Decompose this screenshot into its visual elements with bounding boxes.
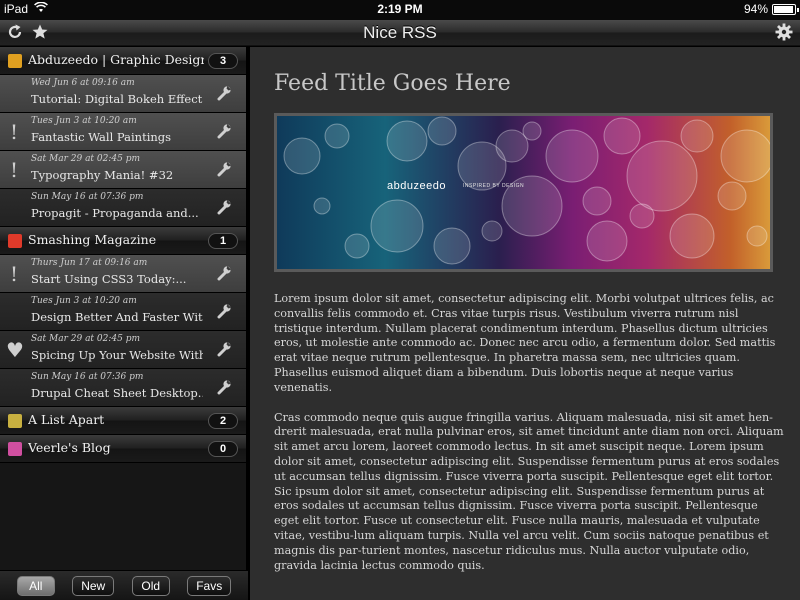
tab-old[interactable]: Old <box>131 575 170 596</box>
feed-header[interactable]: A List Apart 2 <box>0 407 246 435</box>
feed-favicon-icon <box>8 414 22 428</box>
article-row[interactable]: Sun May 16 at 07:36 pm Propagit - Propaga… <box>0 189 246 227</box>
wrench-icon[interactable] <box>216 199 232 219</box>
article-pane: Feed Title Goes Here abduzeedo INSPIRED … <box>250 47 800 600</box>
gear-icon[interactable] <box>775 23 793 46</box>
filter-tabbar: All New Old Favs <box>0 570 248 600</box>
feed-name: Veerle's Blog <box>28 440 111 455</box>
feed-favicon-icon <box>8 442 22 456</box>
feed-header[interactable]: Veerle's Blog 0 <box>0 435 246 463</box>
banner-logo: abduzeedo <box>387 180 446 192</box>
bokeh-graphic <box>283 116 770 265</box>
nav-bar: Nice RSS <box>0 20 800 46</box>
exclamation-icon: ! <box>9 120 19 144</box>
article-banner-image: abduzeedo INSPIRED BY DESIGN <box>274 113 773 272</box>
feed-title: Feed Title Goes Here <box>274 71 511 96</box>
article-title: Drupal Cheat Sheet Desktop... <box>31 386 203 400</box>
article-date: Sat Mar 29 at 02:45 pm <box>31 334 141 344</box>
feed-favicon-icon <box>8 54 22 68</box>
battery-icon <box>772 3 799 15</box>
tab-all[interactable]: All <box>16 575 55 596</box>
article-row[interactable]: ♥ Sat Mar 29 at 02:45 pm Spicing Up Your W… <box>0 331 246 369</box>
wrench-icon[interactable] <box>216 379 232 399</box>
status-right: 94% <box>743 2 799 16</box>
app-title: Nice RSS <box>363 23 437 42</box>
article-date: Tues Jun 3 at 10:20 am <box>31 296 137 306</box>
article-date: Sun May 16 at 07:36 pm <box>31 372 144 382</box>
wrench-icon[interactable] <box>216 161 232 181</box>
feed-header[interactable]: Abduzeedo | Graphic Design... 3 <box>0 47 246 75</box>
battery-percent: 94% <box>743 2 768 16</box>
wrench-icon[interactable] <box>216 341 232 361</box>
unread-count-badge: 0 <box>208 441 238 457</box>
unread-count-badge: 3 <box>208 53 238 69</box>
feed-name: A List Apart <box>28 412 105 427</box>
article-row[interactable]: Sun May 16 at 07:36 pm Drupal Cheat Sheet… <box>0 369 246 407</box>
article-title: Fantastic Wall Paintings <box>31 130 172 144</box>
article-title: Start Using CSS3 Today:... <box>31 272 187 286</box>
article-row[interactable]: ! Sat Mar 29 at 02:45 pm Typography Mania!… <box>0 151 246 189</box>
feed-sidebar: Abduzeedo | Graphic Design... 3 Wed Jun 6 … <box>0 47 248 600</box>
unread-count-badge: 1 <box>208 233 238 249</box>
heart-icon: ♥ <box>6 338 24 362</box>
feed-header[interactable]: Smashing Magazine 1 <box>0 227 246 255</box>
article-title: Propagit - Propaganda and... <box>31 206 199 220</box>
article-paragraph-2: Cras commodo neque quis augue fringilla … <box>274 410 784 572</box>
feed-list: Abduzeedo | Graphic Design... 3 Wed Jun 6 … <box>0 47 246 463</box>
tab-favs[interactable]: Favs <box>187 575 232 596</box>
feed-favicon-icon <box>8 234 22 248</box>
feed-name: Abduzeedo | Graphic Design... <box>28 52 204 67</box>
article-date: Wed Jun 6 at 09:16 am <box>31 78 135 88</box>
wrench-icon[interactable] <box>216 265 232 285</box>
article-date: Thurs Jun 17 at 09:16 am <box>31 258 148 268</box>
article-row[interactable]: Wed Jun 6 at 09:16 am Tutorial: Digital B… <box>0 75 246 113</box>
article-date: Sat Mar 29 at 02:45 pm <box>31 154 141 164</box>
article-row[interactable]: ! Tues Jun 3 at 10:20 am Fantastic Wall Pa… <box>0 113 246 151</box>
article-paragraph-1: Lorem ipsum dolor sit amet, consectetur … <box>274 292 776 394</box>
article-body: Lorem ipsum dolor sit amet, consectetur … <box>274 292 784 588</box>
article-date: Sun May 16 at 07:36 pm <box>31 192 144 202</box>
wrench-icon[interactable] <box>216 303 232 323</box>
article-title: Design Better And Faster With... <box>31 310 203 324</box>
exclamation-icon: ! <box>9 158 19 182</box>
unread-count-badge: 2 <box>208 413 238 429</box>
wrench-icon[interactable] <box>216 123 232 143</box>
exclamation-icon: ! <box>9 262 19 286</box>
battery-fill <box>774 5 793 13</box>
article-row[interactable]: Tues Jun 3 at 10:20 am Design Better And … <box>0 293 246 331</box>
status-time: 2:19 PM <box>377 2 423 16</box>
tab-new[interactable]: New <box>72 575 115 596</box>
wrench-icon[interactable] <box>216 85 232 105</box>
status-bar: iPad 2:19 PM 94% <box>0 0 800 20</box>
feed-name: Smashing Magazine <box>28 232 157 247</box>
article-date: Tues Jun 3 at 10:20 am <box>31 116 137 126</box>
article-title: Typography Mania! #32 <box>31 168 174 182</box>
banner-tagline: INSPIRED BY DESIGN <box>463 183 525 189</box>
article-title: Tutorial: Digital Bokeh Effect <box>31 92 203 106</box>
article-row[interactable]: ! Thurs Jun 17 at 09:16 am Start Using CSS… <box>0 255 246 293</box>
article-title: Spicing Up Your Website With... <box>31 348 203 362</box>
